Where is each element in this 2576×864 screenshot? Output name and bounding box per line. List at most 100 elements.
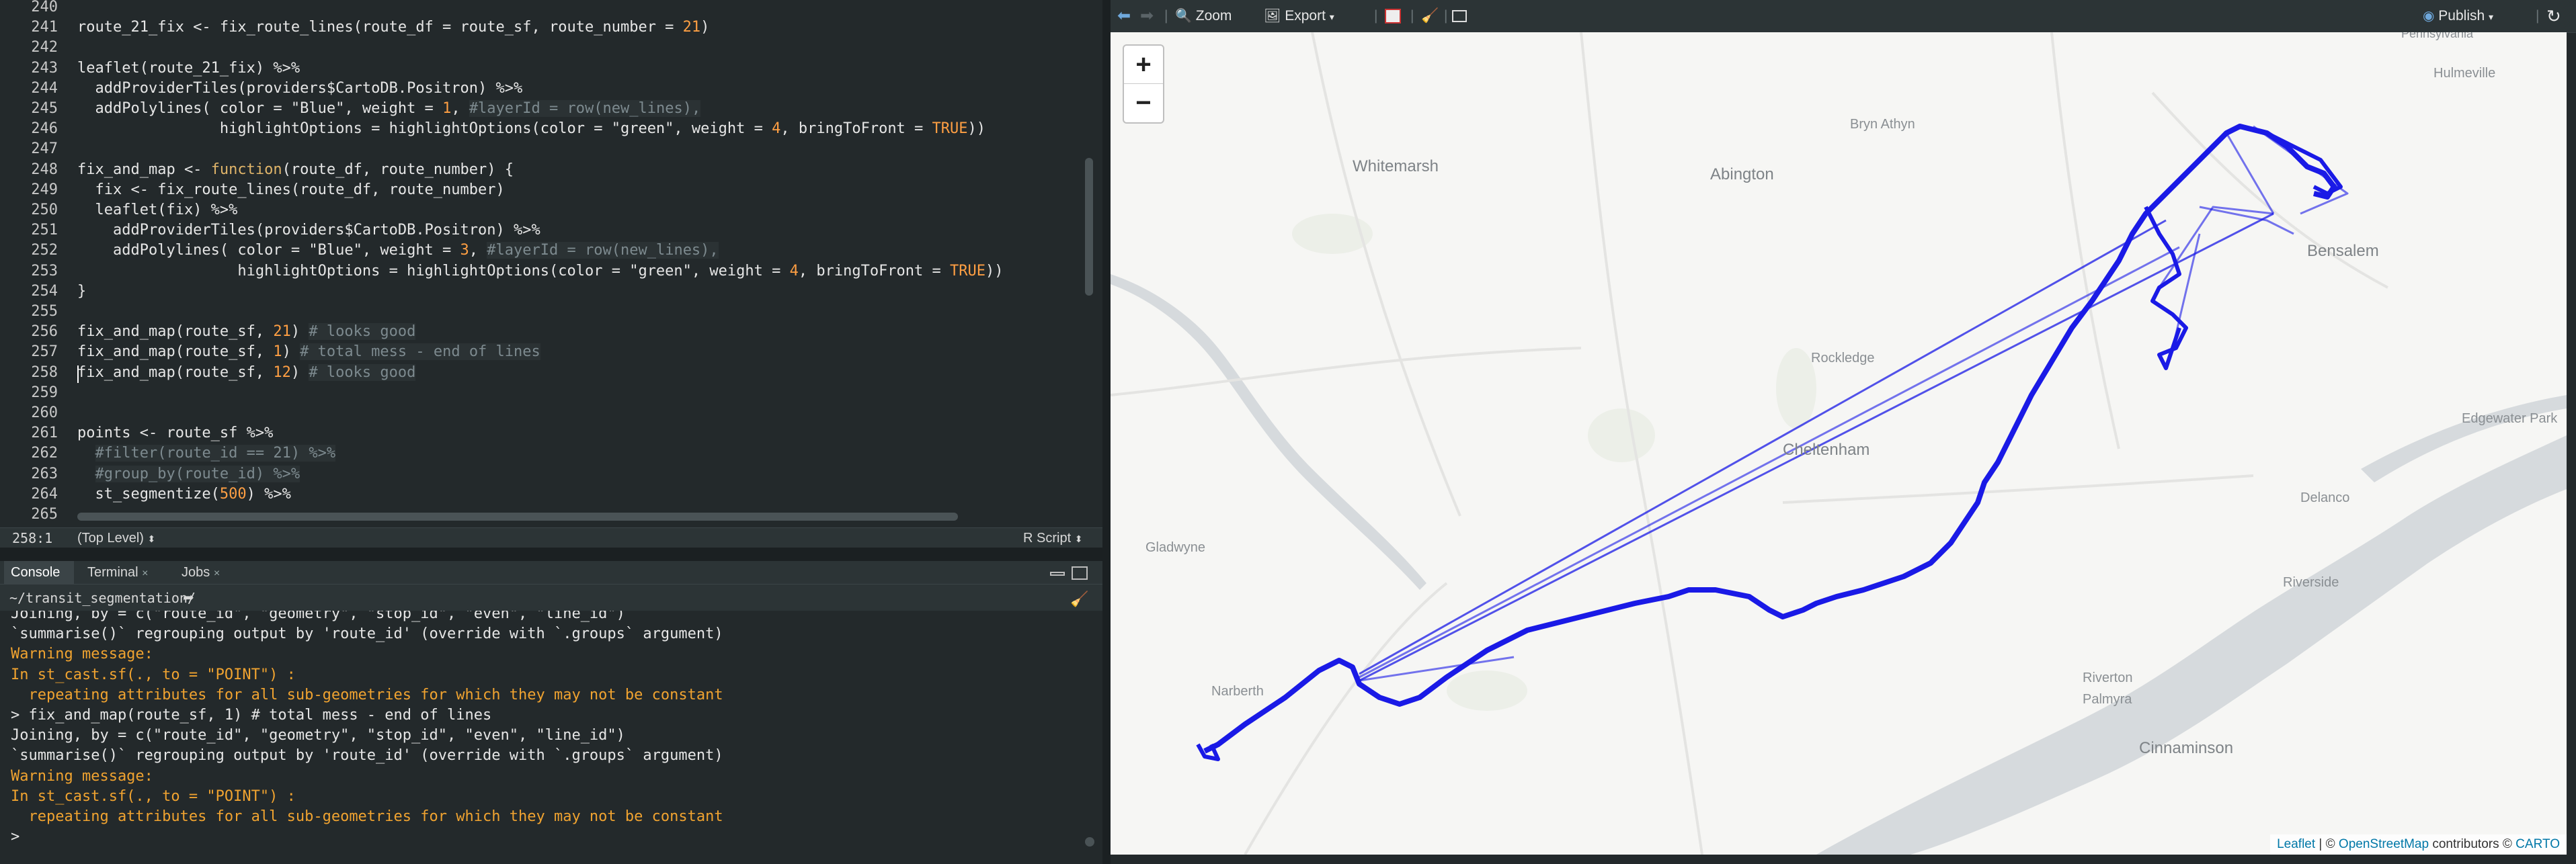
new-window-button[interactable] [1452,5,1467,27]
carto-link[interactable]: CARTO [2515,837,2560,851]
osm-link[interactable]: OpenStreetMap [2339,837,2429,851]
place-label: Rockledge [1811,351,1875,365]
editor-vertical-scrollbar[interactable] [1085,158,1093,296]
place-label: Bensalem [2307,242,2379,260]
magnifier-icon: 🔍 [1175,9,1192,24]
console-output-line: Joining, by = c("route_id", "geometry", … [11,727,625,744]
console-path-bar: ~/transit_segmentation/ ➦ 🧹 [0,584,1102,611]
code-text: addPolylines( color = "Blue", weight = 3… [77,242,719,259]
tab-terminal[interactable]: Terminal × [81,561,168,584]
code-text: #group_by(route_id) %>% [95,465,300,482]
scope-selector[interactable]: (Top Level) ⬍ [77,528,155,549]
place-label: Pennsylvania [2401,32,2474,40]
zoom-out-button[interactable]: − [1124,84,1163,122]
publish-button[interactable]: ◉ Publish ▾ [2423,5,2493,27]
zoom-in-button[interactable]: + [1124,46,1163,84]
code-text: } [77,282,87,300]
code-text: st_segmentize(500) %>% [77,485,291,503]
export-label: Export [1285,8,1326,24]
remove-plot-icon [1385,9,1401,24]
console-output-line: Joining, by = c("route_id", "geometry", … [11,611,625,622]
place-label: Delanco [2300,490,2350,505]
source-and-console-pane: 240 241 route_21_fix <- fix_route_lines(ro… [0,0,1102,864]
line-number: 258 [31,363,58,381]
line-number: 246 [31,120,58,138]
code-text: fix_and_map(route_sf, 1) # total mess - … [77,343,540,361]
updown-icon: ⬍ [1074,533,1083,544]
console-warning-line: Warning message: [11,767,153,785]
line-number: 263 [31,465,58,482]
code-text: points <- route_sf %>% [77,425,274,442]
forward-arrow-icon[interactable]: ➡ [1140,5,1154,27]
console-output[interactable]: Joining, by = c("route_id", "geometry", … [0,611,1102,864]
park-area [1588,408,1655,462]
zoom-button[interactable]: 🔍 Zoom [1175,5,1232,27]
console-warning-line: Warning message: [11,646,153,663]
close-icon[interactable]: × [142,568,148,579]
go-to-directory-icon[interactable]: ➦ [183,585,194,611]
place-label: Riverside [2283,575,2339,590]
line-number: 261 [31,425,58,442]
code-text: #filter(route_id == 21) %>% [95,445,336,462]
vertical-splitter[interactable] [1102,0,1111,864]
code-editor[interactable]: 240 241 route_21_fix <- fix_route_lines(ro… [0,0,1102,527]
refresh-icon[interactable]: ↻ [2546,5,2561,27]
code-text: highlightOptions = highlightOptions(colo… [77,120,986,138]
park-area [1776,348,1816,429]
line-number: 264 [31,485,58,503]
maximize-pane-icon[interactable] [1072,566,1088,580]
line-number: 262 [31,445,58,462]
filetype-selector[interactable]: R Script ⬍ [1023,528,1082,549]
route-connector [2225,132,2275,214]
clear-all-broom-icon[interactable]: 🧹 [1421,5,1439,27]
leaflet-map[interactable]: Pennsylvania Bryn Athyn Hulmeville White… [1111,32,2567,855]
updown-icon: ⬍ [147,533,156,544]
console-input-line: > [11,828,29,846]
clear-console-icon[interactable]: 🧹 [1070,586,1088,613]
place-label: Bryn Athyn [1850,117,1915,132]
code-text: addProviderTiles(providers$CartoDB.Posit… [77,79,523,97]
place-label: Palmyra [2083,692,2132,707]
line-number: 259 [31,384,58,401]
line-number: 241 [31,19,58,36]
line-number: 245 [31,100,58,117]
code-text: addProviderTiles(providers$CartoDB.Posit… [77,222,540,239]
tab-label: Console [11,565,61,580]
leaflet-link[interactable]: Leaflet [2277,837,2315,851]
editor-horizontal-scrollbar[interactable] [77,513,958,521]
close-icon[interactable]: × [214,568,220,579]
working-directory: ~/transit_segmentation/ [9,590,196,606]
minimize-pane-icon[interactable] [1050,572,1065,576]
line-number: 260 [31,404,58,421]
tab-jobs[interactable]: Jobs × [175,561,242,584]
tab-console[interactable]: Console [4,561,74,584]
place-label: Narberth [1211,684,1264,699]
line-number: 250 [31,202,58,218]
console-tabbar: Console Terminal × Jobs × [0,561,1102,584]
tab-label: Jobs [182,565,210,580]
console-warning-line: repeating attributes for all sub-geometr… [11,686,723,703]
toolbar-separator: | [1410,8,1414,24]
console-scrollbar[interactable] [1085,837,1094,847]
park-area [1447,671,1527,711]
line-number: 243 [31,59,58,77]
console-output-line: `summarise()` regrouping output by 'rout… [11,747,723,765]
console-warning-line: In st_cast.sf(., to = "POINT") : [11,666,296,683]
back-arrow-icon[interactable]: ⬅ [1117,5,1131,27]
line-number: 249 [31,181,58,198]
attribution-contrib: contributors © [2429,837,2516,851]
line-number: 257 [31,343,58,361]
line-number: 248 [31,161,58,178]
place-label: Gladwyne [1145,540,1205,555]
attribution-sep: | © [2315,837,2339,851]
map-attribution: Leaflet | © OpenStreetMap contributors ©… [2270,834,2567,855]
text-cursor [77,365,79,383]
line-number: 251 [31,222,58,239]
toolbar-separator: | [1374,8,1378,24]
export-button[interactable]: 🖼 Export ▾ [1264,5,1334,27]
code-text: route_21_fix <- fix_route_lines(route_df… [77,19,710,36]
editor-status-bar: 258:1 (Top Level) ⬍ R Script ⬍ [0,527,1102,548]
pane-divider[interactable] [0,548,1102,561]
code-text: fix_and_map <- function(route_df, route_… [77,161,514,178]
remove-viewer-button[interactable] [1385,5,1401,27]
